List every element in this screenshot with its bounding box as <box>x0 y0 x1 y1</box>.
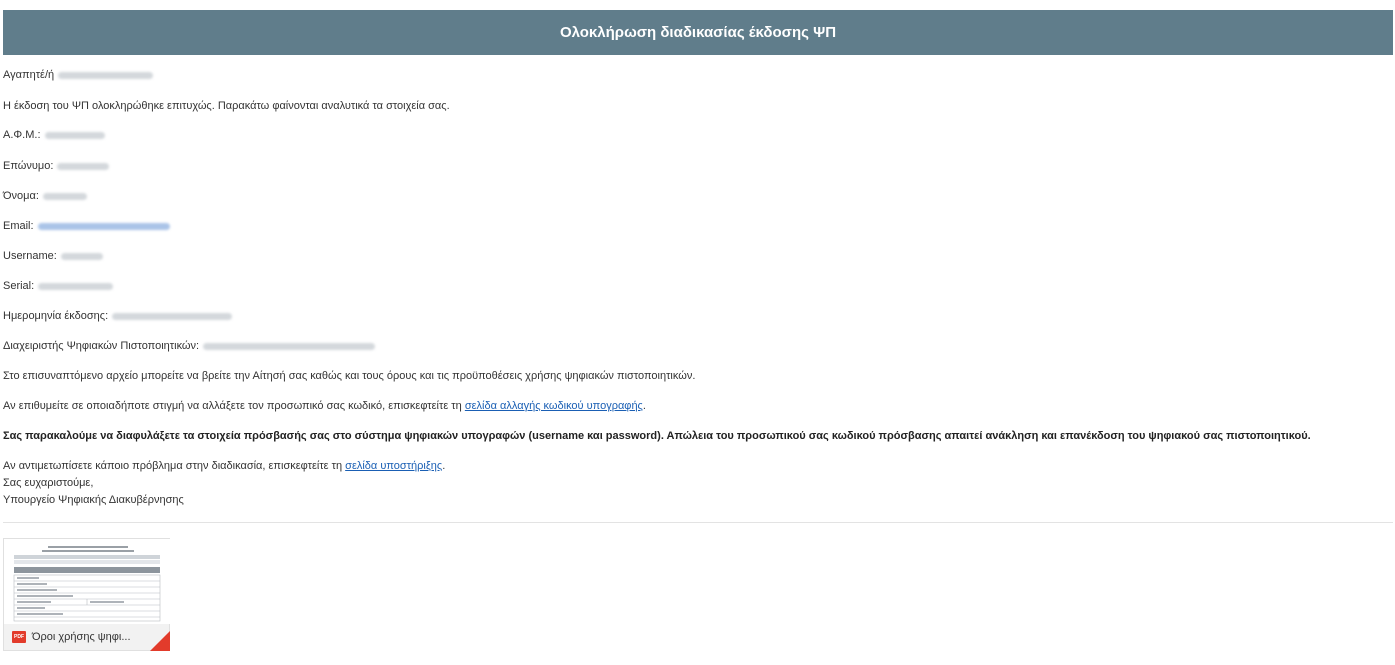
intro-text: Η έκδοση του ΨΠ ολοκληρώθηκε επιτυχώς. Π… <box>3 100 450 112</box>
greeting-label: Αγαπητέ/ή <box>3 69 55 81</box>
redacted-email-link[interactable] <box>37 222 170 230</box>
support-link[interactable]: σελίδα υποστήριξης <box>345 460 442 472</box>
field-username-label: Username: <box>3 250 57 262</box>
field-issue-date-label: Ημερομηνία έκδοσης: <box>3 310 109 322</box>
attachment-note: Στο επισυναπτόμενο αρχείο μπορείτε να βρ… <box>3 370 696 382</box>
field-serial: Serial: <box>3 279 114 293</box>
support-line: Αν αντιμετωπίσετε κάποιο πρόβλημα στην δ… <box>3 460 446 472</box>
email-view: Ολοκλήρωση διαδικασίας έκδοσης ΨΠ Αγαπητ… <box>0 0 1395 665</box>
field-cert-admin-label: Διαχειριστής Ψηφιακών Πιστοποιητικών: <box>3 340 200 352</box>
attachment-filename: Όροι χρήσης ψηφι... <box>32 631 131 643</box>
password-change-text: Αν επιθυμείτε σε οποιαδήποτε στιγμή να α… <box>3 400 462 412</box>
divider <box>3 522 1393 523</box>
attachment-footer: PDF Όροι χρήσης ψηφι... <box>4 624 169 650</box>
redacted-issue-date <box>112 312 233 320</box>
pdf-icon-label: PDF <box>14 634 24 640</box>
field-cert-admin: Διαχειριστής Ψηφιακών Πιστοποιητικών: <box>3 339 376 353</box>
page-title: Ολοκλήρωση διαδικασίας έκδοσης ΨΠ <box>559 24 837 41</box>
field-firstname: Όνομα: <box>3 189 87 203</box>
page-corner-icon <box>150 631 170 651</box>
redacted-firstname <box>42 192 87 200</box>
greeting-line: Αγαπητέ/ή <box>3 68 154 82</box>
field-surname-label: Επώνυμο: <box>3 160 54 172</box>
field-afm-label: Α.Φ.Μ.: <box>3 129 41 141</box>
document-preview-icon <box>4 539 171 624</box>
redacted-name <box>58 71 154 79</box>
pdf-thumbnail <box>4 539 171 624</box>
redacted-cert-admin <box>203 342 376 350</box>
security-warning: Σας παρακαλούμε να διαφυλάξετε τα στοιχε… <box>3 430 1311 442</box>
email-header: Ολοκλήρωση διαδικασίας έκδοσης ΨΠ <box>3 10 1393 55</box>
field-surname: Επώνυμο: <box>3 159 110 173</box>
redacted-surname <box>57 162 110 170</box>
redacted-serial <box>38 282 114 290</box>
support-text: Αν αντιμετωπίσετε κάποιο πρόβλημα στην δ… <box>3 460 343 472</box>
password-change-link[interactable]: σελίδα αλλαγής κωδικού υπογραφής <box>465 400 643 412</box>
field-afm: Α.Φ.Μ.: <box>3 128 105 142</box>
field-issue-date: Ημερομηνία έκδοσης: <box>3 309 233 323</box>
redacted-afm <box>44 131 105 139</box>
pdf-attachment-card[interactable]: PDF Όροι χρήσης ψηφι... <box>3 538 171 651</box>
field-firstname-label: Όνομα: <box>3 190 39 202</box>
password-change-line: Αν επιθυμείτε σε οποιαδήποτε στιγμή να α… <box>3 400 646 412</box>
thanks-text: Σας ευχαριστούμε, <box>3 477 94 489</box>
field-email-label: Email: <box>3 220 34 232</box>
field-serial-label: Serial: <box>3 280 35 292</box>
redacted-username <box>60 252 103 260</box>
field-email: Email: <box>3 219 170 233</box>
pdf-file-icon: PDF <box>12 631 26 643</box>
field-username: Username: <box>3 249 103 263</box>
signature-text: Υπουργείο Ψηφιακής Διακυβέρνησης <box>3 494 184 506</box>
